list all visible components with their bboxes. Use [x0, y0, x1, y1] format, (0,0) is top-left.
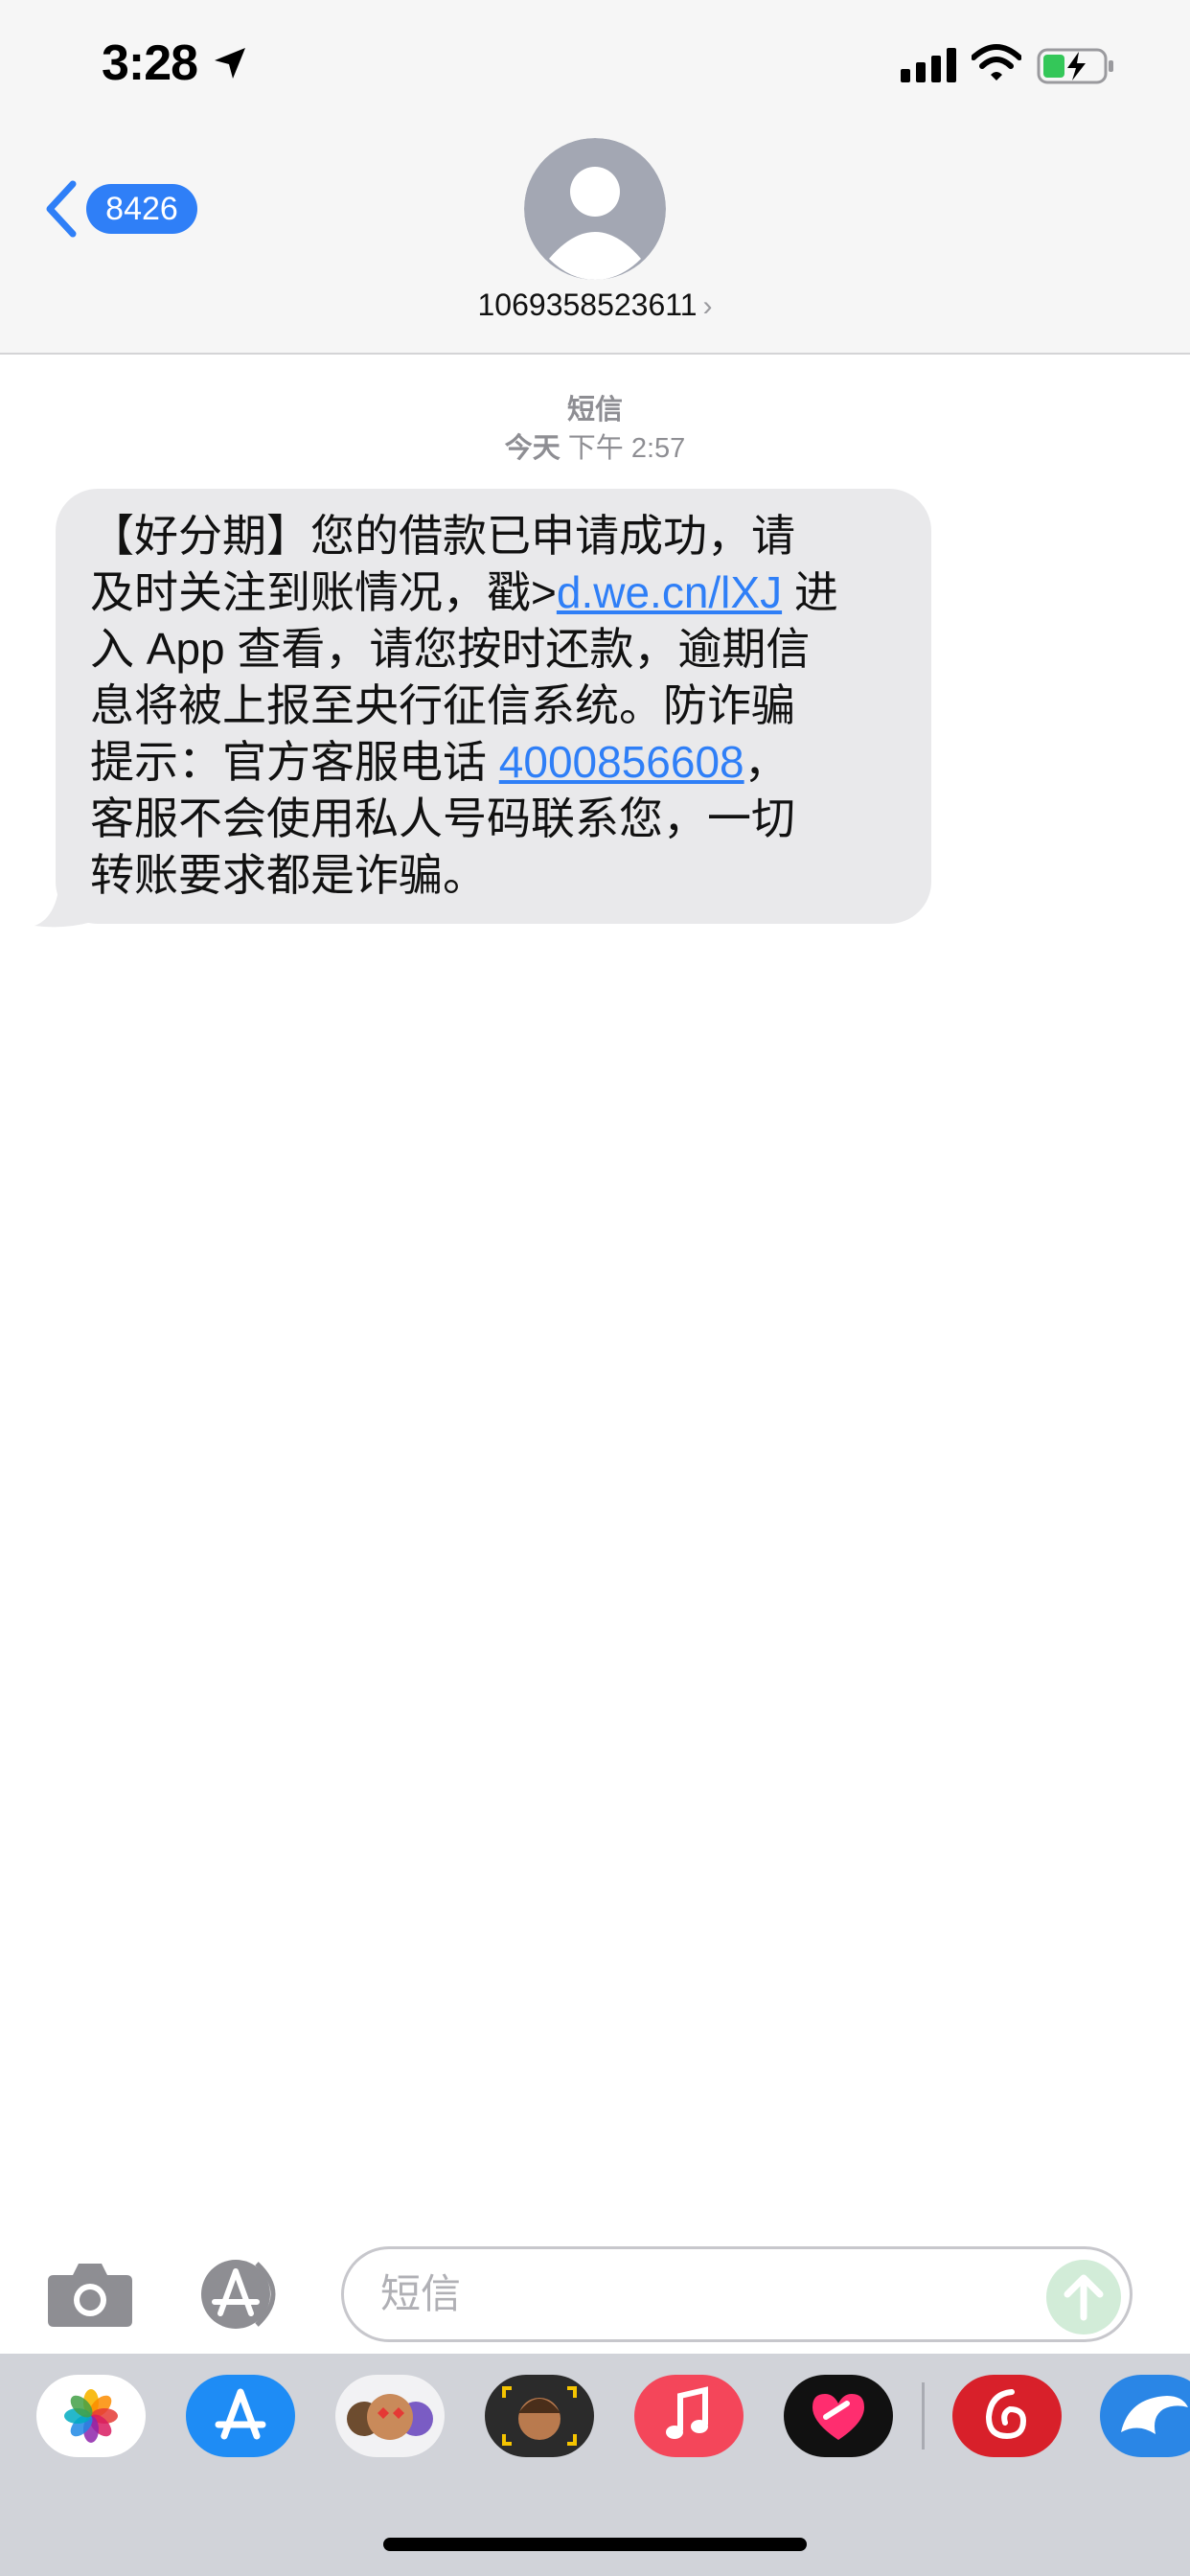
- date-label: 今天: [504, 433, 561, 464]
- animoji-icon[interactable]: [485, 2375, 594, 2457]
- phone-link[interactable]: 4000856608: [499, 737, 744, 787]
- dolphin-app-icon[interactable]: [1100, 2375, 1190, 2457]
- message-bubble[interactable]: 【好分期】您的借款已申请成功，请 及时关注到账情况，戳>d.we.cn/lXJ …: [56, 489, 931, 924]
- music-icon[interactable]: [634, 2375, 744, 2457]
- unread-count-badge: 8426: [86, 184, 197, 234]
- message-input[interactable]: 短信: [341, 2246, 1133, 2342]
- chevron-right-icon: ›: [702, 290, 713, 322]
- back-button[interactable]: 8426: [42, 178, 215, 240]
- photos-icon[interactable]: [36, 2375, 146, 2457]
- person-icon: [524, 138, 666, 280]
- tray-divider: [922, 2382, 925, 2450]
- heart-app-icon[interactable]: [784, 2375, 893, 2457]
- battery-charging-icon: [1037, 48, 1113, 84]
- cellular-signal-icon: [901, 48, 956, 82]
- time-label: 下午 2:57: [567, 433, 686, 464]
- contact-number: 1069358523611: [477, 288, 698, 322]
- arrow-up-icon: [1064, 2274, 1104, 2321]
- contact-avatar[interactable]: [524, 138, 666, 280]
- service-label: 短信: [566, 395, 623, 426]
- location-arrow-icon: [215, 48, 245, 79]
- send-button[interactable]: [1046, 2260, 1121, 2334]
- chevron-left-icon: [46, 180, 77, 238]
- message-link[interactable]: d.we.cn/lXJ: [557, 567, 782, 617]
- app-store-button-icon[interactable]: [194, 2258, 299, 2331]
- memoji-stickers-icon[interactable]: [335, 2375, 445, 2457]
- camera-icon[interactable]: [46, 2258, 134, 2329]
- contact-title[interactable]: 1069358523611 ›: [0, 288, 1190, 323]
- home-indicator[interactable]: [383, 2538, 807, 2551]
- message-timestamp: 今天 下午 2:57: [0, 426, 1190, 466]
- wifi-icon: [972, 44, 1021, 80]
- app-store-icon[interactable]: [186, 2375, 295, 2457]
- netease-music-icon[interactable]: [952, 2375, 1062, 2457]
- status-time: 3:28: [102, 35, 198, 91]
